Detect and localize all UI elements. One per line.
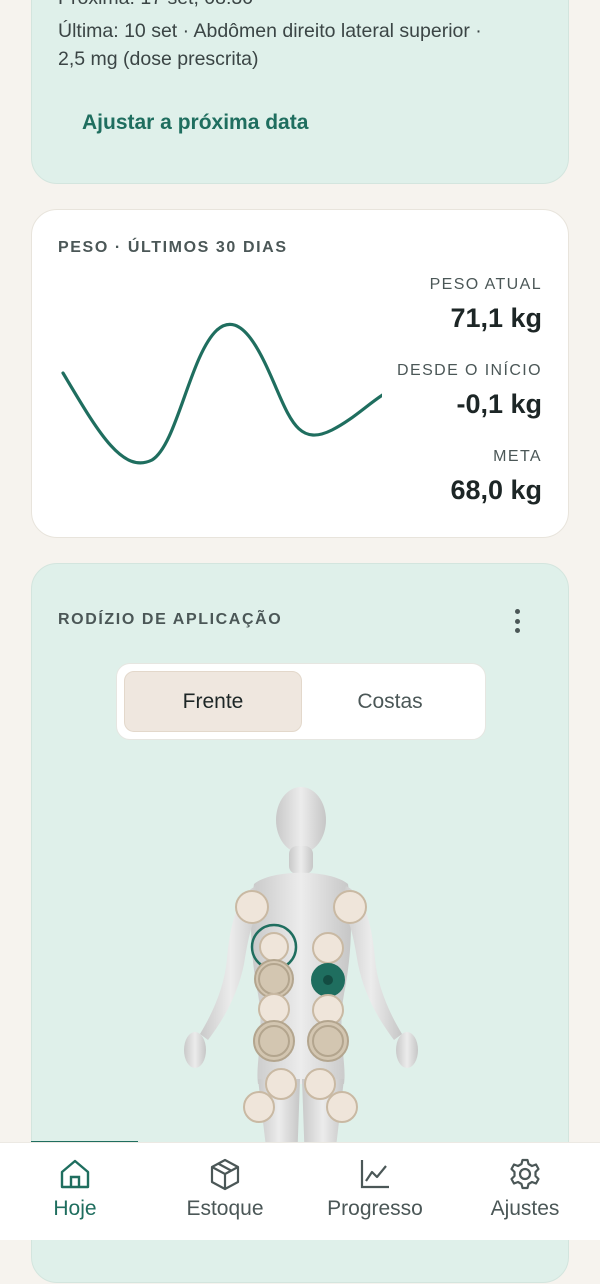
weight-trend-chart [61, 322, 382, 465]
site-abdomen-left-upper [259, 932, 289, 962]
weight-section-title: PESO · ÚLTIMOS 30 DIAS [58, 239, 288, 256]
since-start-value: -0,1 kg [456, 389, 542, 419]
site-abdomen-right-upper [312, 932, 344, 964]
next-dose-text: Próxima: 17 set, 08:30 [58, 0, 253, 10]
dose-amount-text: 2,5 mg (dose prescrita) [58, 48, 259, 70]
home-icon [60, 1159, 90, 1189]
nav-today[interactable]: Hoje [0, 1143, 150, 1240]
since-start-label: DESDE O INÍCIO [397, 362, 542, 379]
weight-card[interactable]: PESO · ÚLTIMOS 30 DIAS PESO ATUAL 71,1 k… [31, 209, 569, 538]
site-left-arm [235, 890, 269, 924]
chart-icon [360, 1160, 389, 1189]
package-icon [210, 1158, 240, 1191]
current-weight-label: PESO ATUAL [429, 276, 542, 293]
goal-weight-label: META [493, 448, 542, 465]
site-thigh-left-outer [243, 1091, 275, 1123]
nav-stock[interactable]: Estoque [150, 1143, 300, 1240]
site-right-arm [333, 890, 367, 924]
last-dose-text: Última: 10 set · Abdômen direito lateral… [58, 20, 482, 42]
weight-trend-line [61, 322, 382, 465]
site-abdomen-right-mid-dot [323, 975, 333, 985]
nav-stock-label: Estoque [186, 1197, 264, 1220]
bottom-navigation: Hoje Estoque Progresso Ajustes [0, 1142, 600, 1240]
site-abdomen-left-low [258, 993, 290, 1025]
nav-settings[interactable]: Ajustes [450, 1143, 600, 1240]
site-abdomen-left-mid [254, 959, 294, 999]
goal-weight-value: 68,0 kg [450, 475, 542, 505]
site-thigh-right-outer [326, 1091, 358, 1123]
next-dose-card: Próxima: 17 set, 08:30 Última: 10 set · … [31, 0, 569, 184]
nav-progress-label: Progresso [327, 1197, 423, 1220]
mannequin [184, 787, 418, 1164]
site-thigh-right-upper [304, 1068, 336, 1100]
current-weight-value: 71,1 kg [450, 303, 542, 333]
nav-today-label: Hoje [53, 1197, 97, 1220]
nav-progress[interactable]: Progresso [300, 1143, 450, 1240]
site-thigh-left-upper [265, 1068, 297, 1100]
gear-icon [510, 1158, 540, 1190]
adjust-next-date-button[interactable]: Ajustar a próxima data [82, 111, 308, 135]
nav-settings-label: Ajustes [490, 1197, 560, 1220]
